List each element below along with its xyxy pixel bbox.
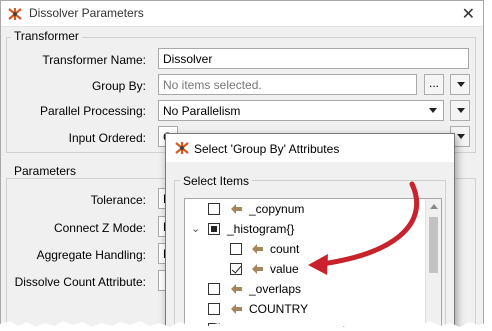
aggregate-handling-label: Aggregate Handling: — [36, 248, 146, 262]
parameters-group-title: Parameters — [11, 164, 80, 178]
fme-transformer-icon — [8, 8, 22, 20]
connect-z-mode-label: Connect Z Mode: — [53, 221, 146, 235]
tree-item-label: COUNTRY — [249, 302, 309, 316]
tree-item-label: _copynum — [249, 202, 305, 216]
transformer-group-title: Transformer — [11, 29, 82, 43]
tree-item-overlaps[interactable]: _overlaps — [185, 279, 425, 299]
dissolve-count-attribute-label: Dissolve Count Attribute: — [14, 275, 146, 289]
checkbox-count[interactable] — [230, 243, 242, 255]
select-items-title: Select Items — [180, 174, 253, 188]
chevron-down-icon[interactable]: ⌄ — [191, 222, 200, 235]
popup-titlebar: Select 'Group By' Attributes — [166, 134, 454, 162]
attribute-arrow-icon — [252, 264, 263, 274]
scroll-up-icon[interactable] — [430, 204, 438, 209]
tree-item-value[interactable]: value — [185, 259, 425, 279]
checkbox-histogram[interactable] — [208, 223, 220, 235]
attribute-arrow-icon — [231, 284, 242, 294]
scroll-thumb[interactable] — [429, 217, 438, 273]
tree-item-country[interactable]: COUNTRY — [185, 299, 425, 319]
group-by-label: Group By: — [91, 79, 146, 93]
torn-edge — [0, 321, 492, 331]
checkbox-country[interactable] — [208, 303, 220, 315]
titlebar: Dissolver Parameters ✕ — [1, 1, 483, 27]
select-group-by-attributes-dialog: Select 'Group By' Attributes Select Item… — [165, 133, 455, 331]
attribute-arrow-icon — [252, 244, 263, 254]
tree-item-histogram[interactable]: ⌄ _histogram{} — [185, 219, 425, 239]
chevron-down-icon — [429, 108, 437, 113]
attribute-tree[interactable]: _copynum ⌄ _histogram{} count value _ove… — [184, 198, 442, 331]
group-by-dropdown-button[interactable] — [450, 74, 470, 95]
input-ordered-label: Input Ordered: — [68, 131, 146, 145]
group-by-browse-button[interactable]: ... — [424, 74, 444, 95]
tree-item-label: _overlaps — [249, 282, 302, 296]
tree-item-label: value — [270, 262, 299, 276]
chevron-down-icon — [457, 82, 465, 87]
parallel-processing-select[interactable]: No Parallelism — [158, 100, 444, 121]
parallel-processing-value: No Parallelism — [163, 104, 241, 118]
tree-item-copynum[interactable]: _copynum — [185, 199, 425, 219]
checkbox-overlaps[interactable] — [208, 283, 220, 295]
tree-scrollbar[interactable] — [425, 199, 441, 331]
close-icon[interactable]: ✕ — [462, 4, 475, 23]
transformer-name-input[interactable]: Dissolver — [158, 48, 469, 69]
tree-item-label: _histogram{} — [227, 222, 295, 236]
tree-item-count[interactable]: count — [185, 239, 425, 259]
fme-transformer-icon — [175, 142, 189, 154]
parallel-processing-extra-button[interactable] — [450, 100, 470, 121]
transformer-name-label: Transformer Name: — [42, 53, 146, 67]
tree-item-label: count — [270, 242, 300, 256]
tolerance-label: Tolerance: — [90, 193, 146, 207]
checkbox-copynum[interactable] — [208, 203, 220, 215]
group-by-input[interactable]: No items selected. — [158, 74, 417, 95]
attribute-arrow-icon — [231, 304, 242, 314]
popup-title: Select 'Group By' Attributes — [194, 142, 340, 156]
chevron-down-icon — [457, 134, 465, 139]
window-title: Dissolver Parameters — [29, 6, 144, 20]
checkbox-value[interactable] — [230, 263, 242, 275]
attribute-arrow-icon — [231, 204, 242, 214]
chevron-down-icon — [457, 108, 465, 113]
parallel-processing-label: Parallel Processing: — [39, 104, 146, 118]
